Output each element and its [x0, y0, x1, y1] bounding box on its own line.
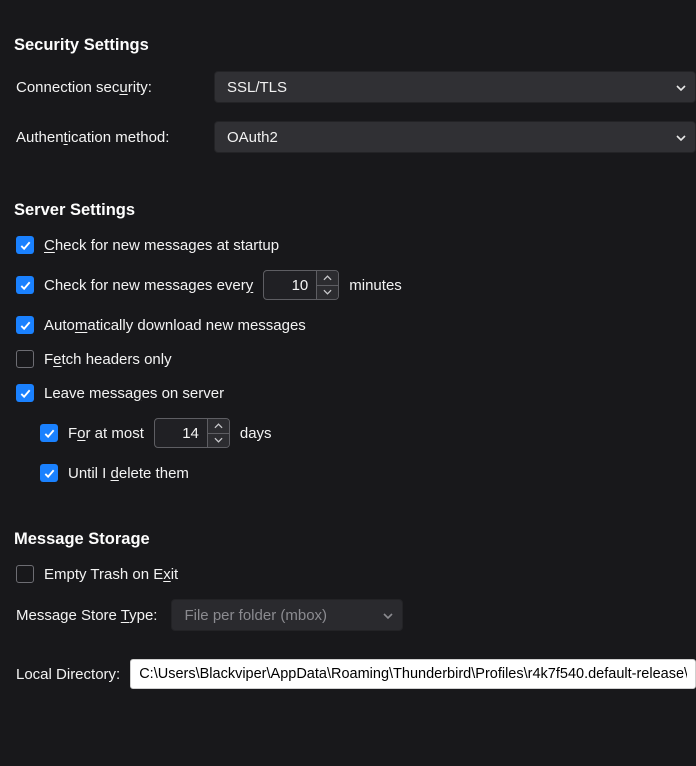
- check-startup-checkbox[interactable]: [16, 236, 34, 254]
- until-delete-label[interactable]: Until I delete them: [68, 465, 189, 482]
- for-at-most-label[interactable]: For at most: [68, 425, 144, 442]
- fetch-headers-checkbox[interactable]: [16, 350, 34, 368]
- leave-server-row: Leave messages on server: [14, 384, 696, 402]
- chevron-down-icon: [382, 610, 392, 620]
- security-settings-section: Security Settings Connection security: S…: [14, 36, 696, 153]
- message-storage-title: Message Storage: [14, 530, 696, 549]
- chevron-down-icon: [675, 132, 685, 142]
- local-directory-label: Local Directory:: [16, 666, 120, 683]
- for-at-most-spin-down[interactable]: [208, 434, 229, 448]
- until-delete-checkbox[interactable]: [40, 464, 58, 482]
- check-startup-label[interactable]: Check for new messages at startup: [44, 237, 279, 254]
- empty-trash-checkbox[interactable]: [16, 565, 34, 583]
- for-at-most-unit: days: [240, 425, 272, 442]
- auto-download-row: Automatically download new messages: [14, 316, 696, 334]
- connection-security-label: Connection security:: [16, 79, 214, 96]
- auto-download-label[interactable]: Automatically download new messages: [44, 317, 306, 334]
- check-every-spin-up[interactable]: [317, 271, 338, 286]
- store-type-label: Message Store Type:: [16, 607, 157, 624]
- local-directory-input[interactable]: [130, 659, 696, 689]
- message-storage-section: Message Storage Empty Trash on Exit Mess…: [14, 530, 696, 689]
- leave-server-label[interactable]: Leave messages on server: [44, 385, 224, 402]
- check-every-unit: minutes: [349, 277, 402, 294]
- for-at-most-row: For at most days: [14, 418, 696, 448]
- for-at-most-checkbox[interactable]: [40, 424, 58, 442]
- server-settings-section: Server Settings Check for new messages a…: [14, 201, 696, 482]
- for-at-most-input[interactable]: [155, 419, 207, 447]
- check-every-row: Check for new messages every minutes: [14, 270, 696, 300]
- for-at-most-spin-up[interactable]: [208, 419, 229, 434]
- connection-security-value: SSL/TLS: [227, 79, 287, 96]
- connection-security-select[interactable]: SSL/TLS: [214, 71, 696, 103]
- check-every-spin-down[interactable]: [317, 286, 338, 300]
- empty-trash-row: Empty Trash on Exit: [14, 565, 696, 583]
- security-settings-title: Security Settings: [14, 36, 696, 55]
- authentication-method-value: OAuth2: [227, 129, 278, 146]
- auto-download-checkbox[interactable]: [16, 316, 34, 334]
- local-directory-row: Local Directory:: [14, 659, 696, 689]
- check-every-input[interactable]: [264, 271, 316, 299]
- check-startup-row: Check for new messages at startup: [14, 236, 696, 254]
- chevron-down-icon: [675, 82, 685, 92]
- server-settings-title: Server Settings: [14, 201, 696, 220]
- authentication-method-select[interactable]: OAuth2: [214, 121, 696, 153]
- for-at-most-stepper[interactable]: [154, 418, 230, 448]
- until-delete-row: Until I delete them: [14, 464, 696, 482]
- store-type-value: File per folder (mbox): [184, 607, 327, 624]
- authentication-method-label: Authentication method:: [16, 129, 214, 146]
- store-type-select[interactable]: File per folder (mbox): [171, 599, 403, 631]
- check-every-label[interactable]: Check for new messages every: [44, 277, 253, 294]
- empty-trash-label[interactable]: Empty Trash on Exit: [44, 566, 178, 583]
- store-type-row: Message Store Type: File per folder (mbo…: [14, 599, 696, 631]
- check-every-checkbox[interactable]: [16, 276, 34, 294]
- leave-server-checkbox[interactable]: [16, 384, 34, 402]
- fetch-headers-label[interactable]: Fetch headers only: [44, 351, 172, 368]
- fetch-headers-row: Fetch headers only: [14, 350, 696, 368]
- check-every-stepper[interactable]: [263, 270, 339, 300]
